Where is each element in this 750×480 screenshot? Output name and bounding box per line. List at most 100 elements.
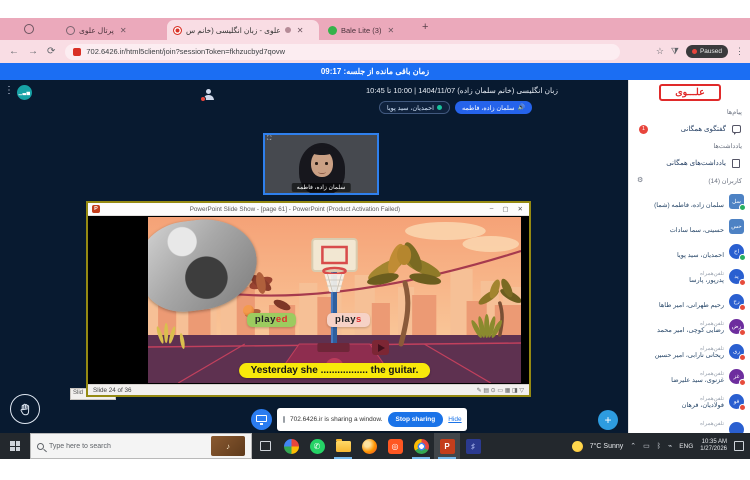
search-highlight-piano-image[interactable]: ♪ (211, 436, 245, 456)
weather-text[interactable]: 7°C Sunny (590, 443, 624, 450)
forward-button[interactable]: → (28, 46, 38, 57)
avatar: سل (729, 194, 744, 209)
site-icon (73, 48, 81, 56)
taskbar-whatsapp[interactable]: ✆ (304, 433, 330, 459)
avatar: اح (729, 244, 744, 259)
answer-option-plays[interactable]: plays (327, 313, 370, 327)
stop-sharing-button[interactable]: Stop sharing (388, 412, 444, 427)
taskbar-orange-app[interactable]: ◎ (382, 433, 408, 459)
tray-chevron-up-icon[interactable]: ⌃ (630, 442, 636, 450)
close-tab-icon[interactable]: ✕ (297, 26, 304, 35)
extension-paused-chip[interactable]: Paused (686, 45, 728, 58)
raise-hand-button[interactable] (10, 394, 40, 424)
listen-only-badge (739, 379, 746, 386)
participants-alert-icon[interactable] (200, 89, 216, 101)
listen-only-badge (739, 304, 746, 311)
taskbar-clock[interactable]: 10:35 AM 1/27/2026 (700, 439, 727, 453)
user-list-item[interactable]: سل سلمان زاده، فاطمه (شما) (629, 192, 750, 216)
screen-share-indicator[interactable] (251, 409, 272, 430)
webcam-tile[interactable]: ⛶ سلمان زاده، فاطمه (263, 133, 379, 195)
options-menu-icon[interactable]: ⋮ (4, 85, 14, 96)
manage-users-gear-icon[interactable]: ⚙ (637, 176, 643, 184)
url-text: 702.6426.ir/html5client/join?sessionToke… (86, 47, 285, 56)
user-list-item[interactable]: اح احمدیان، سید پویاتلفن‌همراه (629, 242, 750, 266)
taskbar-powerpoint[interactable]: P (434, 433, 460, 459)
action-center-icon[interactable] (734, 441, 744, 451)
user-list-item[interactable]: رح رحیم طهرانی، امیر طاهاتلفن‌همراه (629, 292, 750, 316)
chrome-share-bar: 702.6426.ir is sharing a window. Stop sh… (277, 408, 467, 431)
expand-icon[interactable]: ⛶ (267, 136, 271, 143)
ppt-statusbar: Slide 24 of 36 ✎ ▤ ⊙ ▭ ▦ ◨ ▽ (88, 384, 529, 395)
tray-bluetooth-icon[interactable]: ᛒ (657, 443, 661, 450)
tray-battery-icon[interactable]: ▭ (643, 442, 650, 450)
maximize-icon[interactable]: ▢ (502, 205, 508, 213)
actions-plus-button[interactable]: + (598, 410, 618, 430)
taskbar-search[interactable]: Type here to search ♪ (30, 433, 252, 459)
date: 1/27/2026 (700, 446, 727, 452)
public-chat-item[interactable]: گفتگوی همگانی 1 (629, 121, 750, 137)
minimize-icon[interactable]: – (490, 205, 494, 213)
slide-sentence: Yesterday she ................. the guit… (239, 363, 431, 378)
language-indicator[interactable]: ENG (679, 443, 693, 450)
blue-app-icon: ♯ (466, 439, 481, 454)
alavi-logo: علـــوی (659, 84, 721, 101)
active-speaker-pill[interactable]: 🔊 سلمان زاده، فاطمه (455, 101, 532, 114)
url-bar[interactable]: 702.6426.ir/html5client/join?sessionToke… (65, 44, 620, 60)
user-list-item[interactable]: غز غزنوی، سید علیرضاتلفن‌همراه (629, 367, 750, 391)
tab-portal[interactable]: پرتال علوی ✕ (60, 20, 164, 40)
search-icon (37, 443, 44, 450)
ppt-status-icons[interactable]: ✎ ▤ ⊙ ▭ ▦ ◨ ▽ (477, 387, 524, 394)
start-button[interactable] (0, 433, 30, 459)
meeting-favicon (173, 26, 182, 35)
taskbar-file-explorer[interactable] (330, 433, 356, 459)
screen: پرتال علوی ✕ علوی - زبان انگلیسی (خانم س… (0, 0, 750, 480)
back-button[interactable]: ← (9, 46, 19, 57)
alert-badge (200, 96, 206, 102)
slide-counter: Slide 24 of 36 (93, 387, 132, 394)
avatar: ری (729, 344, 744, 359)
meeting-area: ⋮ ▁▃▅ زبان انگلیسی (خانم سلمان زاده) 140… (0, 80, 628, 433)
user-list-item[interactable]: حس حسینی، سما سادات (629, 217, 750, 241)
users-header: کاربران (14) (708, 177, 742, 185)
browser-menu-icon[interactable]: ⋮ (735, 46, 744, 57)
tab-bale[interactable]: Bale Lite (3) ✕ (322, 20, 418, 40)
user-list-item-partial[interactable] (629, 420, 750, 433)
tab-search-icon[interactable] (24, 24, 34, 34)
taskbar-blue-app[interactable]: ♯ (460, 433, 486, 459)
powerpoint-window[interactable]: P PowerPoint Slide Show - [page 61] - Po… (86, 201, 531, 397)
close-tab-icon[interactable]: ✕ (387, 26, 394, 35)
browser-toolbar: ← → ⟳ 702.6426.ir/html5client/join?sessi… (0, 40, 750, 63)
play-button[interactable] (372, 340, 389, 355)
shared-notes-item[interactable]: یادداشت‌های همگانی (629, 155, 750, 171)
taskbar-copilot[interactable] (278, 433, 304, 459)
ppt-titlebar[interactable]: P PowerPoint Slide Show - [page 61] - Po… (88, 203, 529, 216)
whatsapp-icon: ✆ (310, 439, 325, 454)
taskbar-firefox[interactable] (356, 433, 382, 459)
user-list-item[interactable]: فو فولادیان، فرهانتلفن‌همراه (629, 392, 750, 416)
user-list-item[interactable]: پد پدرپور، پارسا (629, 267, 750, 291)
new-tab-button[interactable]: + (422, 21, 428, 33)
tab-title: پرتال علوی (79, 26, 114, 35)
answer-option-played[interactable]: played (247, 313, 296, 327)
connection-status-icon[interactable]: ▁▃▅ (17, 85, 32, 100)
tab-class-active[interactable]: علوی - زبان انگلیسی (خانم س ✕ (167, 20, 319, 40)
search-placeholder: Type here to search (49, 443, 206, 450)
user-list-item[interactable]: رض رضایی کوچی، امیر محمدتلفن‌همراه (629, 317, 750, 341)
task-view-icon (260, 441, 271, 451)
user-list-item[interactable]: ری ریحانی نارابی، امیر حسینتلفن‌همراه (629, 342, 750, 366)
task-view-button[interactable] (252, 433, 278, 459)
webcam-name-label: سلمان زاده، فاطمه (292, 183, 351, 192)
hide-share-bar-link[interactable]: Hide (448, 416, 461, 423)
bookmark-star-icon[interactable]: ☆ (656, 46, 664, 57)
participant-pill[interactable]: احمدیان، سید پویا (379, 101, 450, 114)
note-icon (732, 159, 740, 168)
tray-network-icon[interactable]: ⌁ (668, 442, 672, 450)
close-tab-icon[interactable]: ✕ (120, 26, 127, 35)
extensions-icon[interactable]: ⧩ (671, 46, 679, 57)
taskbar-chrome[interactable] (408, 433, 434, 459)
tab-audio-icon (285, 27, 291, 33)
reload-button[interactable]: ⟳ (47, 46, 55, 57)
notes-header: یادداشت‌ها (713, 142, 742, 150)
meeting-title: زبان انگلیسی (خانم سلمان زاده) 1404/11/0… (366, 86, 558, 95)
close-icon[interactable]: ✕ (518, 205, 523, 213)
